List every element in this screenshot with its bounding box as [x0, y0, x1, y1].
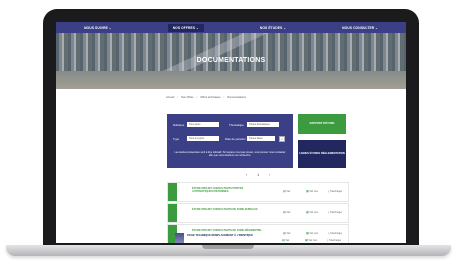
pagination: ‹ 1 › [246, 173, 270, 177]
page-title: DOCUMENTATIONS [196, 57, 266, 64]
page-number[interactable]: 1 [257, 173, 259, 177]
breadcrumb-item[interactable]: Accueil [166, 96, 174, 99]
card-title[interactable]: FICHE TECHNIQUE REMPLACEMENT À L'IDENTIQ… [187, 234, 257, 237]
search-icon[interactable]: ⌕ [279, 136, 285, 142]
chevron-down-icon: ⌄ [108, 25, 112, 30]
filter-label-thematique: Thématique [229, 123, 244, 127]
nav-item-etudes[interactable]: NOS ÉTUDES⌄ [260, 26, 286, 30]
hero-banner: DOCUMENTATIONS [56, 33, 406, 89]
date-select[interactable]: Toutes dates [247, 136, 275, 141]
filter-note: Les études présentées sont à titre indic… [174, 151, 286, 158]
hero-landscape [56, 71, 406, 89]
view-all-link[interactable]: ▦ Voir tout [306, 189, 318, 193]
nav-item-offres[interactable]: NOS OFFRES⌄ [167, 23, 204, 32]
chevron-down-icon: ⌄ [283, 25, 286, 30]
download-link[interactable]: ⤓ Télécharger [327, 238, 341, 242]
document-card[interactable]: FICHE TECHNIQUE REMPLACEMENT À L'IDENTIQ… [167, 232, 347, 243]
download-link[interactable]: ⤓ Télécharger [328, 210, 342, 214]
laptop-frame: NOUS SUIVRE⌄ NOS OFFRES⌄ NOS ÉTUDES⌄ NOU… [0, 0, 457, 266]
filter-label-rubrique: Rubrique [173, 123, 185, 127]
breadcrumb-item[interactable]: Offres techniques [200, 96, 220, 99]
prev-page-icon[interactable]: ‹ [246, 173, 247, 177]
breadcrumb: Accueil / Nos Offres / Offres techniques… [166, 96, 246, 99]
chevron-down-icon: ⌄ [196, 25, 199, 30]
card-title[interactable]: ÉTUDE PROJET CONSULTANTS DE ZONE BUREAUX [192, 208, 262, 211]
rapport-etude-button[interactable]: RAPPORT D'ÉTUDE [298, 114, 346, 134]
view-all-link[interactable]: ▦ Voir tout [305, 238, 317, 242]
next-page-icon[interactable]: › [269, 173, 270, 177]
breadcrumb-item[interactable]: Nos Offres [181, 96, 193, 99]
browser-screen: NOUS SUIVRE⌄ NOS OFFRES⌄ NOS ÉTUDES⌄ NOU… [56, 22, 406, 243]
nav-item-consulter[interactable]: NOUS CONSULTER⌄ [342, 26, 378, 30]
card-title[interactable]: ÉTUDE PROJET CONSULTANTS PORTES AUTOMATI… [192, 187, 262, 194]
view-link[interactable]: ▤ Voir [282, 238, 289, 242]
filter-label-date: Date de parution [225, 137, 246, 141]
view-all-link[interactable]: ▦ Voir tout [306, 210, 318, 214]
laptop-notch [202, 245, 254, 249]
breadcrumb-current: Documentations [227, 96, 246, 99]
document-card[interactable]: ÉTUDE PROJET CONSULTANTS DE ZONE BUREAUX… [167, 203, 349, 223]
type-select[interactable]: Tous les types [187, 136, 219, 141]
document-thumbnail [175, 233, 184, 243]
lignes-etudes-button[interactable]: LIGNES ÉTUDES RÉGLEMENTATION [298, 140, 346, 168]
rubrique-select[interactable]: Tous types [187, 122, 219, 127]
download-link[interactable]: ⤓ Télécharger [328, 189, 342, 193]
document-card[interactable]: ÉTUDE PROJET CONSULTANTS PORTES AUTOMATI… [167, 182, 349, 202]
thematique-select[interactable]: Toutes thématiques [247, 122, 279, 127]
filter-panel: Rubrique Tous types Thématique Toutes th… [167, 114, 293, 168]
nav-item-suivre[interactable]: NOUS SUIVRE⌄ [84, 26, 111, 30]
filter-label-type: Type [173, 137, 180, 141]
view-link[interactable]: ▤ Voir [283, 210, 290, 214]
view-link[interactable]: ▤ Voir [283, 189, 290, 193]
chevron-down-icon: ⌄ [375, 25, 378, 30]
top-navigation: NOUS SUIVRE⌄ NOS OFFRES⌄ NOS ÉTUDES⌄ NOU… [56, 22, 406, 33]
